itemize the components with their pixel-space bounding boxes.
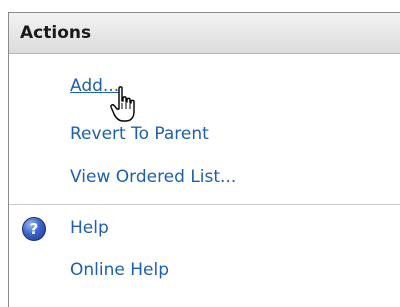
- help-link[interactable]: Help: [70, 218, 109, 238]
- actions-header: Actions: [9, 13, 400, 54]
- actions-title: Actions: [20, 23, 92, 43]
- add-link[interactable]: Add...: [70, 76, 119, 96]
- help-icon[interactable]: ?: [22, 217, 46, 241]
- section-divider: [9, 204, 400, 205]
- revert-to-parent-link[interactable]: Revert To Parent: [70, 124, 209, 144]
- actions-panel: Actions Add... Revert To Parent View Ord…: [8, 12, 400, 307]
- view-ordered-list-link[interactable]: View Ordered List...: [70, 167, 236, 187]
- online-help-link[interactable]: Online Help: [70, 260, 169, 280]
